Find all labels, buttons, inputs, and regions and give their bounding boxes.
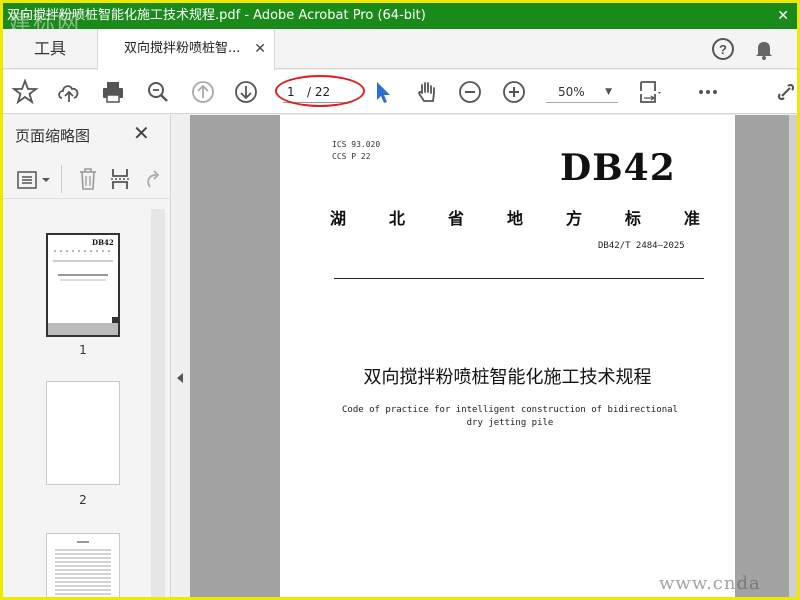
title-bar: 双向搅拌粉喷桩智能化施工技术规程.pdf - Adobe Acrobat Pro… bbox=[3, 3, 797, 29]
classification-codes: ICS 93.020 CCS P 22 bbox=[332, 139, 380, 163]
pdf-page: ICS 93.020 CCS P 22 DB42 湖 北 省 地 方 标 准 D… bbox=[280, 115, 735, 597]
zoom-select[interactable]: 50% ▼ bbox=[546, 81, 618, 103]
thumbnail-label-2: 2 bbox=[79, 493, 87, 507]
tab-document[interactable]: 双向搅拌粉喷桩智... ✕ bbox=[97, 29, 275, 70]
chevron-left-icon bbox=[177, 373, 183, 383]
thumbnail-page-3[interactable] bbox=[46, 533, 120, 597]
panel-collapse-handle[interactable] bbox=[173, 115, 189, 597]
panel-title: 页面缩略图 bbox=[15, 127, 91, 145]
window-title: 双向搅拌粉喷桩智能化施工技术规程.pdf - Adobe Acrobat Pro… bbox=[7, 8, 426, 23]
app-window: 双向搅拌粉喷桩智能化施工技术规程.pdf - Adobe Acrobat Pro… bbox=[0, 0, 800, 600]
svg-text:DB42: DB42 bbox=[92, 238, 114, 247]
more-options-icon[interactable] bbox=[694, 78, 722, 106]
zoom-value: 50% bbox=[558, 85, 585, 99]
window-close-button[interactable]: ✕ bbox=[777, 3, 789, 29]
divider-rule bbox=[334, 278, 704, 279]
user-icon[interactable] bbox=[789, 37, 797, 61]
standard-category: 湖 北 省 地 方 标 准 bbox=[330, 209, 700, 228]
panel-close-button[interactable]: ✕ bbox=[133, 121, 150, 145]
document-view[interactable]: ICS 93.020 CCS P 22 DB42 湖 北 省 地 方 标 准 D… bbox=[190, 115, 797, 597]
divider bbox=[61, 165, 62, 193]
thumbnail-panel: 页面缩略图 ✕ DB42 1 2 bbox=[3, 115, 171, 597]
fit-page-icon[interactable] bbox=[635, 78, 663, 106]
ics-code: ICS 93.020 bbox=[332, 140, 381, 149]
highlight-ellipse bbox=[275, 75, 365, 107]
thumbnail-label-1: 1 bbox=[79, 343, 87, 357]
thumbnail-page-1[interactable]: DB42 bbox=[46, 233, 120, 337]
prev-page-icon[interactable] bbox=[189, 78, 217, 106]
insert-page-icon[interactable] bbox=[109, 167, 133, 191]
document-title-en: Code of practice for intelligent constru… bbox=[342, 405, 678, 428]
help-icon[interactable]: ? bbox=[711, 37, 735, 61]
star-icon[interactable] bbox=[11, 78, 39, 106]
tab-tools[interactable]: 工具 bbox=[3, 29, 97, 69]
thumbnail-scrollbar[interactable] bbox=[151, 209, 165, 597]
print-icon[interactable] bbox=[99, 78, 127, 106]
rotate-icon[interactable] bbox=[143, 169, 161, 191]
zoom-out-icon[interactable] bbox=[456, 78, 484, 106]
tab-document-label: 双向搅拌粉喷桩智... bbox=[124, 41, 241, 56]
hand-tool-icon[interactable] bbox=[413, 78, 441, 106]
main-toolbar: 1 / 22 50% ▼ bbox=[3, 70, 797, 114]
zoom-search-icon[interactable] bbox=[144, 78, 172, 106]
standard-code: DB42 bbox=[560, 147, 676, 189]
svg-text:?: ? bbox=[719, 42, 727, 57]
standard-number: DB42/T 2484—2025 bbox=[598, 241, 685, 251]
bell-icon[interactable] bbox=[752, 37, 776, 61]
tab-bar: 工具 双向搅拌粉喷桩智... ✕ ? bbox=[3, 29, 797, 70]
link-icon[interactable] bbox=[773, 78, 795, 106]
chevron-down-icon: ▼ bbox=[605, 87, 612, 97]
document-title-cn: 双向搅拌粉喷桩智能化施工技术规程 bbox=[363, 367, 652, 388]
cloud-upload-icon[interactable] bbox=[55, 78, 83, 106]
ccs-code: CCS P 22 bbox=[332, 152, 371, 161]
thumbnail-options-icon[interactable] bbox=[17, 169, 53, 191]
next-page-icon[interactable] bbox=[232, 78, 260, 106]
trash-icon[interactable] bbox=[77, 167, 99, 191]
thumbnail-list: DB42 1 2 bbox=[3, 209, 153, 597]
zoom-in-icon[interactable] bbox=[500, 78, 528, 106]
thumbnail-page-2[interactable] bbox=[46, 381, 120, 485]
tab-close-button[interactable]: ✕ bbox=[254, 29, 266, 69]
document-scrollbar[interactable] bbox=[789, 115, 797, 597]
select-cursor-icon[interactable] bbox=[369, 78, 397, 106]
thumbnail-toolbar bbox=[3, 159, 171, 199]
